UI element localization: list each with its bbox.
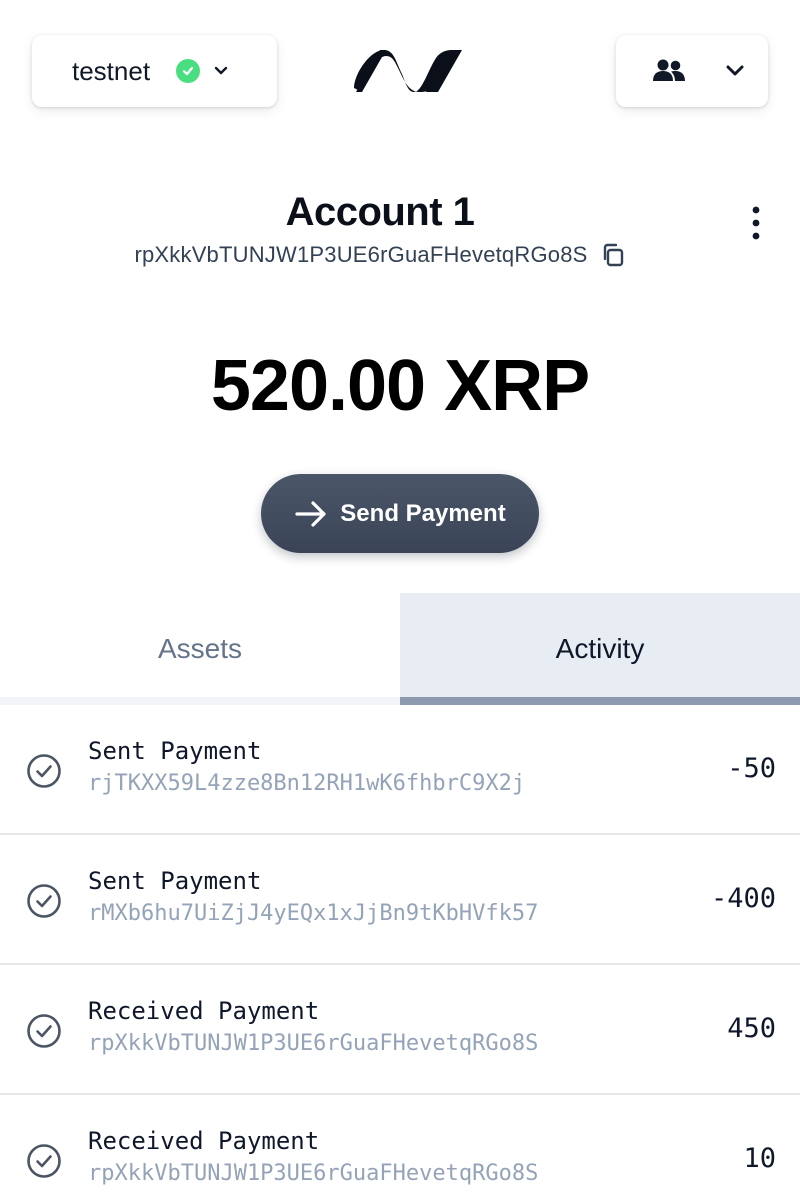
activity-title: Received Payment <box>88 997 320 1025</box>
accounts-button[interactable] <box>616 35 768 107</box>
tab-activity[interactable]: Activity <box>400 593 800 705</box>
list-item[interactable]: Received Payment rpXkkVbTUNJW1P3UE6rGuaF… <box>0 965 800 1095</box>
users-icon <box>653 59 685 81</box>
activity-amount: -400 <box>710 883 776 914</box>
account-name: Account 1 <box>285 190 475 234</box>
activity-amount: 450 <box>727 1013 776 1044</box>
send-payment-button[interactable]: Send Payment <box>261 474 539 553</box>
arrow-right-icon <box>295 500 326 527</box>
list-item[interactable]: Received Payment rpXkkVbTUNJW1P3UE6rGuaF… <box>0 1095 800 1198</box>
wallet-logo-icon <box>354 50 462 92</box>
account-address: rpXkkVbTUNJW1P3UE6rGuaFHevetqRGo8S <box>134 242 588 267</box>
send-payment-label: Send Payment <box>340 499 506 527</box>
activity-amount: -50 <box>727 753 776 784</box>
balance-amount: 520.00 XRP <box>210 346 590 426</box>
chevron-down-icon <box>212 62 230 80</box>
list-item[interactable]: Sent Payment rMXb6hu7UiZjJ4yEQx1xJjBn9tK… <box>0 835 800 965</box>
list-item[interactable]: Sent Payment rjTKXX59L4zze8Bn12RH1wK6fhb… <box>0 705 800 835</box>
network-name: testnet <box>72 55 151 86</box>
account-address-row: rpXkkVbTUNJW1P3UE6rGuaFHevetqRGo8S <box>0 242 760 268</box>
check-circle-icon <box>27 1014 61 1048</box>
activity-address: rMXb6hu7UiZjJ4yEQx1xJjBn9tKbHVfk57 <box>88 901 539 926</box>
check-circle-icon <box>27 884 61 918</box>
activity-address: rpXkkVbTUNJW1P3UE6rGuaFHevetqRGo8S <box>88 1031 539 1056</box>
activity-list: Sent Payment rjTKXX59L4zze8Bn12RH1wK6fhb… <box>0 705 800 1198</box>
check-circle-icon <box>27 754 61 788</box>
activity-title: Sent Payment <box>88 867 262 895</box>
kebab-menu-icon[interactable] <box>744 205 768 243</box>
activity-title: Received Payment <box>88 1127 320 1155</box>
network-selector[interactable]: testnet <box>32 35 277 107</box>
tab-bar: Assets Activity <box>0 593 800 705</box>
tab-assets[interactable]: Assets <box>0 593 400 705</box>
activity-title: Sent Payment <box>88 737 262 765</box>
chevron-down-icon <box>726 65 744 76</box>
check-circle-icon <box>27 1144 61 1178</box>
check-circle-icon <box>176 59 201 83</box>
activity-address: rjTKXX59L4zze8Bn12RH1wK6fhbrC9X2j <box>88 771 526 796</box>
activity-amount: 10 <box>743 1143 776 1174</box>
activity-address: rpXkkVbTUNJW1P3UE6rGuaFHevetqRGo8S <box>88 1161 539 1186</box>
copy-icon[interactable] <box>600 242 626 268</box>
